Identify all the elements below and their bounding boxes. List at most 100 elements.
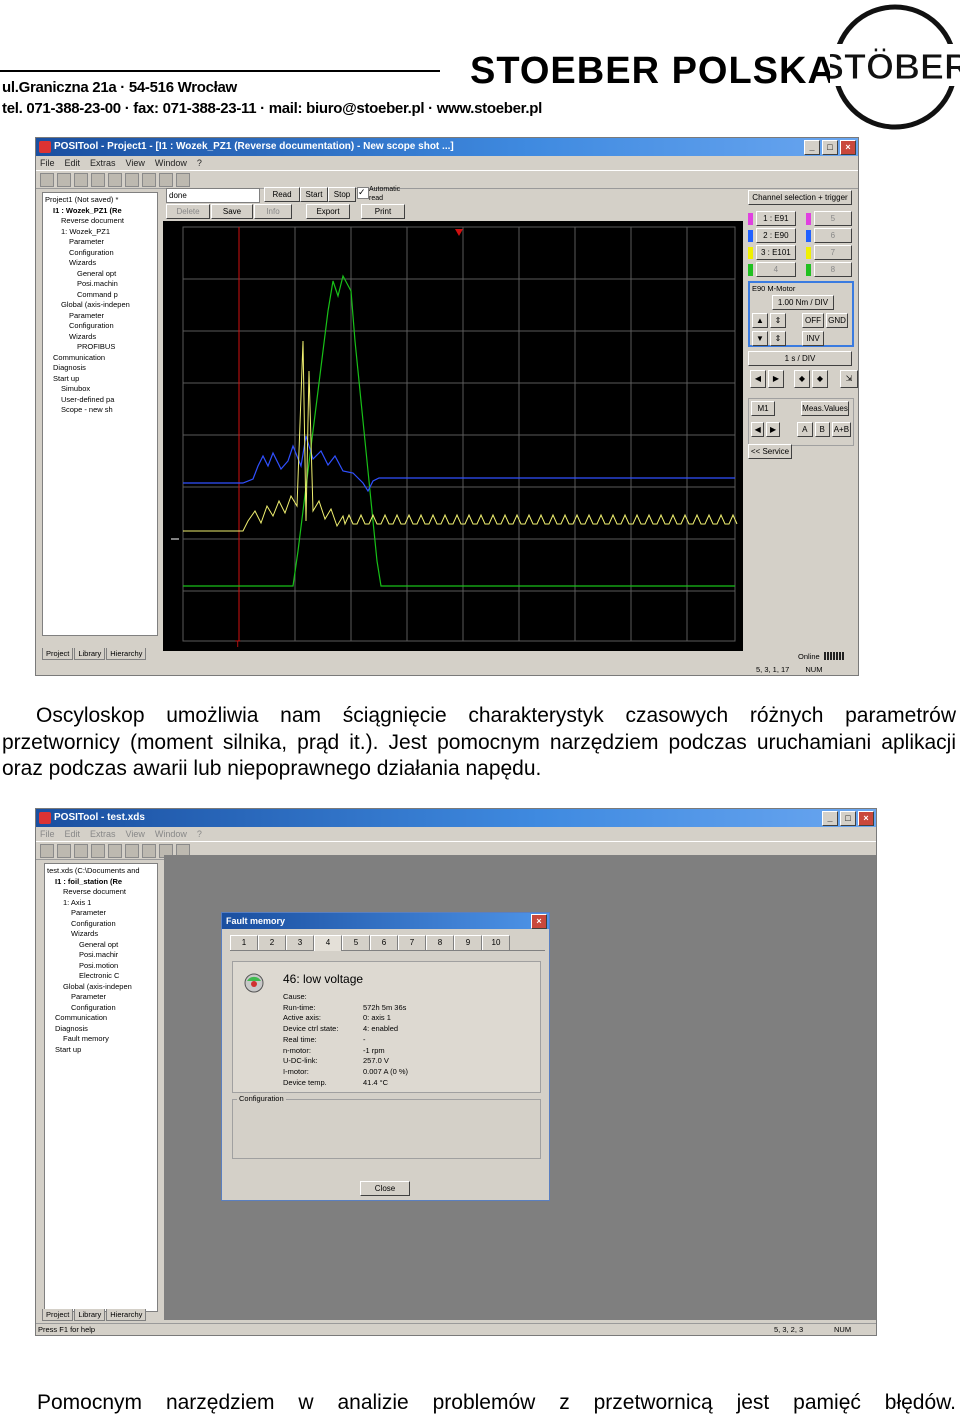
tree-item[interactable]: test.xds (C:\Documents and [47,866,157,877]
cut-icon[interactable] [91,172,105,187]
tree-item[interactable]: Command p [45,290,157,301]
fault-tab-6[interactable]: 6 [370,935,398,950]
tree-item[interactable]: Configuration [47,1003,157,1014]
menu-edit[interactable]: Edit [65,827,81,841]
tree-item[interactable]: Wizards [47,929,157,940]
menu-extras[interactable]: Extras [90,156,116,170]
scale-up-icon[interactable]: ▲ [752,313,768,328]
info-button[interactable]: Info [254,204,292,219]
tree-item[interactable]: 1: Axis 1 [47,898,157,909]
tree-item[interactable]: I1 : Wozek_PZ1 (Re [45,206,157,217]
tree-item[interactable]: 1: Wozek_PZ1 [45,227,157,238]
tree-item[interactable]: User-defined pa [45,395,157,406]
maximize-button[interactable]: □ [822,140,838,155]
channel-1-button[interactable]: 1 : E91 [755,211,796,226]
fault-tab-4[interactable]: 4 [314,935,342,951]
fault-tab-9[interactable]: 9 [454,935,482,950]
timebase-field[interactable]: 1 s / DIV [748,351,852,366]
close-window-button[interactable]: × [840,140,856,155]
offset-down-icon[interactable]: ⇕ [770,331,786,346]
marker-select[interactable]: M1 [751,401,775,416]
print-icon[interactable] [142,172,156,187]
tree-item[interactable]: Posi.machin [45,279,157,290]
print-button[interactable]: Print [361,204,405,219]
tree-item[interactable]: Parameter [45,311,157,322]
start-button[interactable]: Start [300,187,328,202]
paste-icon[interactable] [125,172,139,187]
meas-values-button[interactable]: Meas.Values [801,401,849,416]
copy-icon[interactable] [108,172,122,187]
online-icon[interactable] [176,172,190,187]
fault-tab-7[interactable]: 7 [398,935,426,950]
open-folder-icon[interactable] [57,172,71,187]
fault-tab-1[interactable]: 1 [230,935,258,950]
channel-7-button[interactable]: 7 [813,245,852,260]
minimize-button[interactable]: _ [822,811,838,826]
fit-icon[interactable]: ⇲ [840,370,858,388]
save-disk-icon[interactable] [74,843,88,858]
tree-item[interactable]: Diagnosis [47,1024,157,1035]
fault-tab-3[interactable]: 3 [286,935,314,950]
menu-help[interactable]: ? [197,827,202,841]
cut-icon[interactable] [91,843,105,858]
menu-window[interactable]: Window [155,827,187,841]
tree-item[interactable]: Start up [45,374,157,385]
channel-6-button[interactable]: 6 [813,228,852,243]
menu-window[interactable]: Window [155,156,187,170]
time-left-icon[interactable]: ◀ [750,370,766,388]
tree-item[interactable]: General opt [45,269,157,280]
channel-scale-field[interactable]: 1.00 Nm / DIV [772,295,834,310]
oscilloscope-screen[interactable]: T [163,221,743,651]
close-button[interactable]: Close [360,1181,410,1196]
save-button[interactable]: Save [211,204,253,219]
tree-item[interactable]: Wizards [45,258,157,269]
maximize-button[interactable]: □ [840,811,856,826]
off-button[interactable]: OFF [802,313,824,328]
zoom-out-icon[interactable]: ◆ [812,370,828,388]
scale-down-icon[interactable]: ▼ [752,331,768,346]
tree-item[interactable]: Configuration [45,248,157,259]
tree-item[interactable]: I1 : foil_station (Re [47,877,157,888]
close-window-button[interactable]: × [858,811,874,826]
copy-icon[interactable] [108,843,122,858]
channel-5-button[interactable]: 5 [813,211,852,226]
fault-tab-10[interactable]: 10 [482,935,510,950]
tree-item[interactable]: Simubox [45,384,157,395]
tree-item[interactable]: Global (axis-indepen [45,300,157,311]
dialog-close-icon[interactable]: × [531,914,547,929]
tree-item[interactable]: Diagnosis [45,363,157,374]
channel-selection-button[interactable]: Channel selection + trigger [748,190,852,205]
menu-view[interactable]: View [126,827,145,841]
tree-item[interactable]: Fault memory [47,1034,157,1045]
tree-item[interactable]: Communication [47,1013,157,1024]
tree-item[interactable]: Parameter [47,992,157,1003]
zoom-in-icon[interactable]: ◆ [794,370,810,388]
menu-edit[interactable]: Edit [65,156,81,170]
gnd-button[interactable]: GND [826,313,848,328]
menu-file[interactable]: File [40,156,55,170]
offset-up-icon[interactable]: ⇕ [770,313,786,328]
tree-item[interactable]: Electronic C [47,971,157,982]
tree-item[interactable]: Project1 (Not saved) * [45,195,157,206]
time-right-icon[interactable]: ▶ [768,370,784,388]
tree-item[interactable]: Start up [47,1045,157,1056]
tree-item[interactable]: Wizards [45,332,157,343]
tab-project[interactable]: Project [42,648,74,660]
tree-item[interactable]: PROFIBUS [45,342,157,353]
channel-2-button[interactable]: 2 : E90 [755,228,796,243]
tree-item[interactable]: Posi.machir [47,950,157,961]
tree-item[interactable]: Parameter [47,908,157,919]
tab-hierarchy[interactable]: Hierarchy [106,648,147,660]
delete-button[interactable]: Delete [166,204,210,219]
minimize-button[interactable]: _ [804,140,820,155]
service-button[interactable]: << Service [748,444,792,459]
stop-button[interactable]: Stop [328,187,356,202]
tree-item[interactable]: Posi.motion [47,961,157,972]
menu-file[interactable]: File [40,827,55,841]
export-button[interactable]: Export [306,204,350,219]
tree-item[interactable]: General opt [47,940,157,951]
new-file-icon[interactable] [40,172,54,187]
save-disk-icon[interactable] [74,172,88,187]
fault-tab-2[interactable]: 2 [258,935,286,950]
inv-button[interactable]: INV [802,331,824,346]
